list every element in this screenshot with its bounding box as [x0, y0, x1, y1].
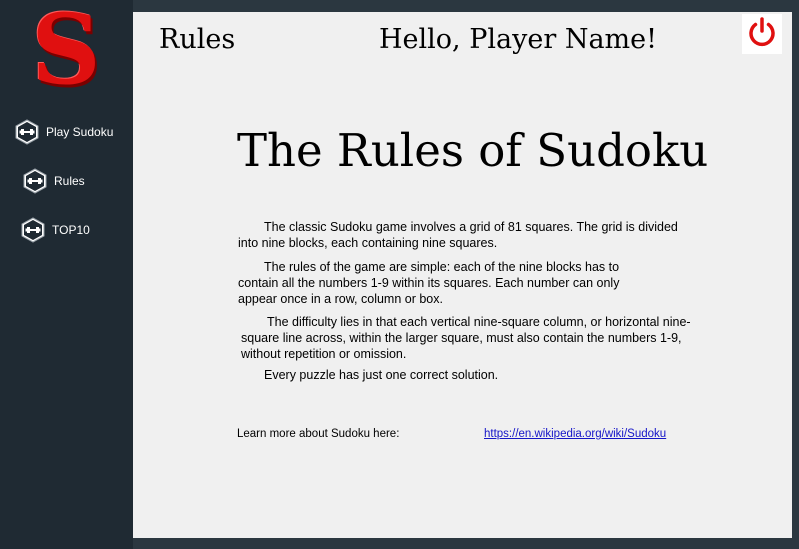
dumbbell-hexagon-icon — [14, 119, 40, 145]
sidebar-item-play-sudoku[interactable]: Play Sudoku — [14, 119, 113, 145]
main-panel: Rules Hello, Player Name! The Rules of S… — [133, 12, 792, 538]
greeting-text: Hello, Player Name! — [379, 24, 657, 55]
window-top-border — [133, 0, 799, 12]
window-bottom-border — [133, 538, 799, 549]
window-right-border — [792, 12, 799, 549]
sidebar-item-label: TOP10 — [52, 223, 90, 237]
sidebar-item-rules[interactable]: Rules — [22, 168, 85, 194]
dumbbell-hexagon-icon — [20, 217, 46, 243]
sidebar-item-label: Rules — [54, 174, 85, 188]
app-logo: S — [31, 0, 101, 106]
rules-paragraph: The rules of the game are simple: each o… — [238, 260, 620, 306]
page-title: Rules — [159, 24, 236, 55]
rules-paragraph: The classic Sudoku game involves a grid … — [238, 220, 678, 250]
learn-more-label: Learn more about Sudoku here: — [237, 428, 400, 440]
rules-paragraph: The difficulty lies in that each vertica… — [241, 315, 691, 361]
sidebar: S Play Sudoku Rules TOP10 — [0, 0, 133, 549]
logout-button[interactable] — [742, 14, 782, 54]
rules-paragraph: Every puzzle has just one correct soluti… — [264, 368, 499, 382]
sidebar-item-top10[interactable]: TOP10 — [20, 217, 90, 243]
dumbbell-hexagon-icon — [22, 168, 48, 194]
power-icon — [745, 15, 779, 54]
wikipedia-link[interactable]: https://en.wikipedia.org/wiki/Sudoku — [484, 428, 666, 440]
sidebar-item-label: Play Sudoku — [46, 125, 114, 139]
rules-heading: The Rules of Sudoku — [237, 124, 709, 177]
